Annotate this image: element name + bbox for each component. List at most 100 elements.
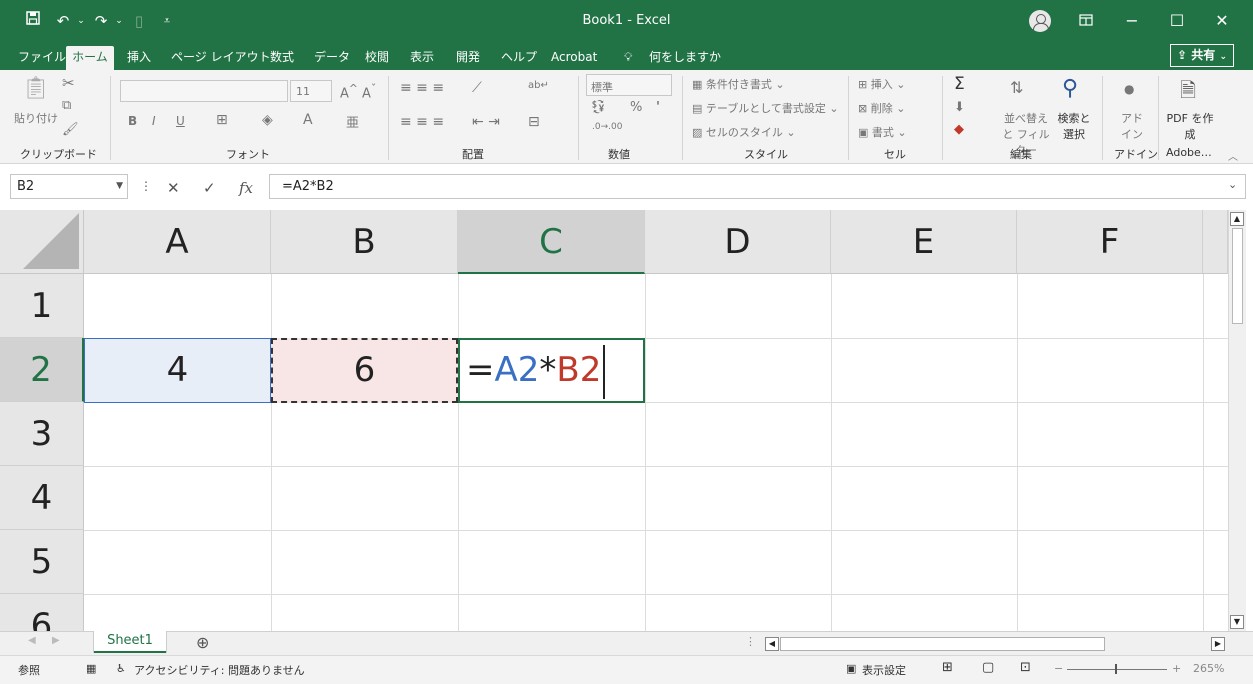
clear-icon[interactable]: ◆ <box>954 122 964 137</box>
share-button[interactable]: ⇪ 共有 ⌄ <box>1170 44 1234 67</box>
scrollbar-thumb[interactable] <box>1232 228 1243 324</box>
close-button[interactable]: ✕ <box>1202 6 1242 36</box>
name-box[interactable]: B2 ▼ <box>10 174 128 199</box>
row-header-5[interactable]: 5 <box>0 530 84 594</box>
scroll-up-icon[interactable]: ▲ <box>1230 212 1244 226</box>
zoom-level[interactable]: 265% <box>1193 662 1224 675</box>
scroll-right-icon[interactable]: ▶ <box>1211 637 1225 651</box>
zoom-in-button[interactable]: + <box>1172 662 1181 675</box>
find-select-button[interactable]: 検索と 選択 <box>1054 110 1094 142</box>
horizontal-scrollbar[interactable] <box>780 637 1105 651</box>
lightbulb-icon[interactable]: 💡︎ <box>620 46 636 70</box>
column-header-e[interactable]: E <box>831 210 1017 274</box>
addin-icon[interactable]: ● <box>1124 82 1134 96</box>
display-settings-icon[interactable]: ▣ <box>846 662 856 675</box>
cell-b2[interactable]: 6 <box>271 338 458 403</box>
macro-record-icon[interactable]: ▦ <box>86 662 96 675</box>
tab-acrobat[interactable]: Acrobat <box>547 46 601 70</box>
cell-c2-editing[interactable]: =A2*B2 <box>458 338 645 403</box>
format-cells-button[interactable]: ▣ 書式 ⌄ <box>858 124 907 140</box>
tab-file[interactable]: ファイル <box>14 46 70 70</box>
format-painter-icon[interactable]: 🖌︎ <box>62 122 79 137</box>
expand-formula-bar-icon[interactable]: ⌄ <box>1228 178 1237 191</box>
align-top-icon[interactable]: ≡ ≡ ≡ <box>400 80 444 96</box>
number-format-select[interactable]: 標準 <box>586 74 672 96</box>
vertical-scrollbar[interactable]: ▲ ▼ <box>1228 210 1246 631</box>
underline-button[interactable]: U <box>176 114 185 128</box>
cell-styles-button[interactable]: ▨ セルのスタイル ⌄ <box>692 124 796 140</box>
decrease-font-icon[interactable]: Aˇ <box>362 82 376 101</box>
restore-button[interactable]: ☐ <box>1157 6 1197 36</box>
column-header-g[interactable] <box>1203 210 1228 274</box>
delete-cells-button[interactable]: ⊠ 削除 ⌄ <box>858 100 905 116</box>
copy-icon[interactable]: ⧉ <box>62 98 71 113</box>
comma-button[interactable]: ' <box>656 100 660 115</box>
tab-insert[interactable]: 挿入 <box>123 46 155 70</box>
autosum-icon[interactable]: Σ <box>954 74 965 94</box>
tab-home[interactable]: ホーム <box>66 46 114 70</box>
currency-icon[interactable]: 💱︎ <box>590 100 607 115</box>
pdf-icon[interactable]: 🗎︎ <box>1180 76 1196 110</box>
align-left-icon[interactable]: ≡ ≡ ≡ <box>400 114 444 130</box>
page-break-view-icon[interactable]: ⊡ <box>1020 660 1031 675</box>
conditional-format-button[interactable]: ▦ 条件付き書式 ⌄ <box>692 76 785 92</box>
more-options-icon[interactable]: ⋮ <box>140 179 152 193</box>
page-layout-view-icon[interactable]: ▢ <box>982 660 994 675</box>
display-settings-button[interactable]: 表示設定 <box>862 662 906 678</box>
paste-label[interactable]: 貼り付け <box>14 110 58 126</box>
account-avatar-icon[interactable] <box>1029 10 1051 32</box>
column-header-c[interactable]: C <box>458 210 645 274</box>
accessibility-icon[interactable]: ♿︎ <box>116 662 126 675</box>
minimize-button[interactable]: − <box>1112 6 1152 36</box>
row-header-1[interactable]: 1 <box>0 274 84 338</box>
tab-formulas[interactable]: 数式 <box>266 46 298 70</box>
tab-view[interactable]: 表示 <box>406 46 438 70</box>
font-name-select[interactable] <box>120 80 288 102</box>
fill-icon[interactable]: ⬇ <box>954 100 965 115</box>
cancel-icon[interactable]: ✕ <box>167 179 180 197</box>
column-header-b[interactable]: B <box>271 210 458 274</box>
find-icon[interactable]: ⚲ <box>1062 76 1078 101</box>
format-as-table-button[interactable]: ▤ テーブルとして書式設定 ⌄ <box>692 100 839 116</box>
phonetic-icon[interactable]: 亜 <box>346 112 359 131</box>
normal-view-icon[interactable]: ⊞ <box>942 660 953 675</box>
select-all-button[interactable] <box>0 210 84 274</box>
increase-decimal-icon[interactable]: .0→.00 <box>592 122 622 132</box>
row-header-2[interactable]: 2 <box>0 338 84 402</box>
sheet-prev-icon[interactable]: ◀ <box>28 635 36 646</box>
insert-cells-button[interactable]: ⊞ 挿入 ⌄ <box>858 76 905 92</box>
font-size-select[interactable]: 11 <box>290 80 332 102</box>
tab-developer[interactable]: 開発 <box>452 46 484 70</box>
addins-button[interactable]: アド イン <box>1118 110 1146 142</box>
tell-me-search[interactable]: 何をしますか <box>645 46 725 70</box>
tab-help[interactable]: ヘルプ <box>497 46 541 70</box>
sheet-tab-sheet1[interactable]: Sheet1 <box>94 631 166 653</box>
indent-icon[interactable]: ⇤ ⇥ <box>472 114 500 130</box>
row-header-3[interactable]: 3 <box>0 402 84 466</box>
collapse-ribbon-icon[interactable]: ︿ <box>1228 148 1238 163</box>
italic-button[interactable]: I <box>152 114 156 128</box>
row-header-4[interactable]: 4 <box>0 466 84 530</box>
fill-color-icon[interactable]: ◈ <box>262 112 273 128</box>
column-header-d[interactable]: D <box>645 210 831 274</box>
scroll-left-icon[interactable]: ◀ <box>765 637 779 651</box>
splitter-icon[interactable]: ⋮ <box>745 635 756 648</box>
increase-font-icon[interactable]: A^ <box>340 82 358 101</box>
paste-icon[interactable]: 📋︎ <box>22 76 50 101</box>
zoom-out-button[interactable]: − <box>1054 662 1063 675</box>
tab-review[interactable]: 校閲 <box>361 46 393 70</box>
sort-filter-icon[interactable]: ⇅ <box>1010 78 1023 97</box>
create-pdf-button[interactable]: PDF を作成 <box>1166 110 1214 142</box>
enter-icon[interactable]: ✓ <box>203 179 216 197</box>
border-icon[interactable]: ⊞ <box>216 112 228 128</box>
font-color-icon[interactable]: A <box>303 112 313 128</box>
merge-center-icon[interactable]: ⊟ <box>528 114 540 130</box>
tab-page-layout[interactable]: ページ レイアウト <box>167 46 275 70</box>
scroll-down-icon[interactable]: ▼ <box>1230 615 1244 629</box>
ribbon-display-options-icon[interactable] <box>1075 10 1097 32</box>
column-header-a[interactable]: A <box>84 210 271 274</box>
percent-button[interactable]: % <box>630 100 642 115</box>
accessibility-status[interactable]: アクセシビリティ: 問題ありません <box>134 662 305 678</box>
row-header-6[interactable]: 6 <box>0 594 84 631</box>
cut-icon[interactable]: ✂ <box>62 74 75 92</box>
